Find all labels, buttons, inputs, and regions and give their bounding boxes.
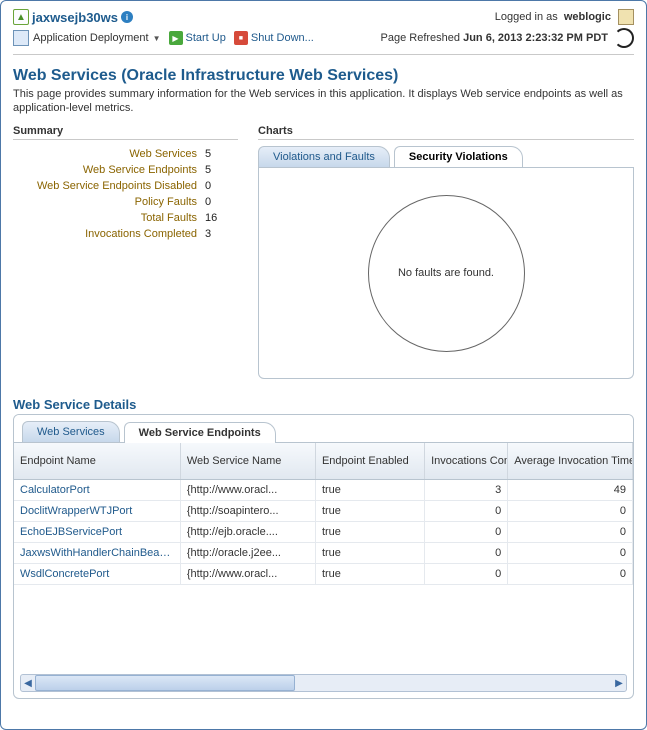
summary-label[interactable]: Web Service Endpoints — [13, 162, 201, 178]
table-row[interactable]: WsdlConcretePort {http://www.oracl... tr… — [14, 564, 633, 585]
summary-heading: Summary — [13, 125, 238, 140]
empty-chart-circle: No faults are found. — [368, 195, 525, 352]
col-web-service-name[interactable]: Web Service Name — [180, 443, 315, 480]
cell-inv: 0 — [425, 522, 508, 543]
col-endpoint-enabled[interactable]: Endpoint Enabled — [315, 443, 424, 480]
charts-heading: Charts — [258, 125, 634, 140]
chevron-down-icon: ▼ — [153, 34, 161, 43]
col-endpoint-name[interactable]: Endpoint Name — [14, 443, 180, 480]
summary-label[interactable]: Web Services — [13, 146, 201, 162]
deployment-icon — [13, 30, 29, 46]
page-title: Web Services (Oracle Infrastructure Web … — [13, 67, 634, 85]
server-icon — [618, 9, 634, 25]
table-row[interactable]: DoclitWrapperWTJPort {http://soapintero.… — [14, 501, 633, 522]
summary-value: 0 — [201, 178, 238, 194]
cell-wsname: {http://oracle.j2ee... — [180, 543, 315, 564]
cell-enabled: true — [315, 480, 424, 501]
endpoint-link[interactable]: DoclitWrapperWTJPort — [14, 501, 180, 522]
summary-value: 3 — [201, 226, 238, 242]
shut-down-button[interactable]: ■ Shut Down... — [234, 31, 314, 45]
cell-wsname: {http://ejb.oracle.... — [180, 522, 315, 543]
endpoint-link[interactable]: EchoEJBServicePort — [14, 522, 180, 543]
summary-label[interactable]: Web Service Endpoints Disabled — [13, 178, 201, 194]
scroll-thumb[interactable] — [35, 675, 295, 691]
page-refreshed-label: Page Refreshed — [381, 32, 461, 44]
up-arrow-icon: ▲ — [13, 9, 29, 25]
col-avg-time[interactable]: Average Invocation Time (ms) — [508, 443, 633, 480]
cell-enabled: true — [315, 522, 424, 543]
summary-table: Web Services5 Web Service Endpoints5 Web… — [13, 146, 238, 242]
endpoint-link[interactable]: CalculatorPort — [14, 480, 180, 501]
cell-inv: 0 — [425, 501, 508, 522]
application-deployment-menu[interactable]: Application Deployment ▼ — [13, 30, 161, 46]
cell-avg: 0 — [508, 522, 633, 543]
app-title: jaxwsejb30ws — [32, 10, 118, 25]
cell-inv: 3 — [425, 480, 508, 501]
endpoint-link[interactable]: WsdlConcretePort — [14, 564, 180, 585]
cell-inv: 0 — [425, 564, 508, 585]
cell-enabled: true — [315, 564, 424, 585]
cell-avg: 0 — [508, 543, 633, 564]
tab-security-violations[interactable]: Security Violations — [394, 146, 523, 167]
tab-violations-and-faults[interactable]: Violations and Faults — [258, 146, 390, 167]
refresh-icon[interactable] — [614, 28, 634, 48]
tab-web-service-endpoints[interactable]: Web Service Endpoints — [124, 422, 276, 443]
table-row[interactable]: CalculatorPort {http://www.oracl... true… — [14, 480, 633, 501]
page-description: This page provides summary information f… — [13, 87, 634, 115]
summary-value: 16 — [201, 210, 238, 226]
cell-wsname: {http://www.oracl... — [180, 564, 315, 585]
cell-avg: 0 — [508, 564, 633, 585]
horizontal-scrollbar[interactable]: ◀ ▶ — [20, 674, 627, 692]
scroll-right-icon[interactable]: ▶ — [612, 678, 626, 689]
cell-enabled: true — [315, 543, 424, 564]
logged-in-as: Logged in as weblogic — [495, 9, 634, 25]
endpoints-table: Endpoint Name Web Service Name Endpoint … — [14, 443, 633, 585]
cell-inv: 0 — [425, 543, 508, 564]
cell-avg: 49 — [508, 480, 633, 501]
col-invocations-completed[interactable]: Invocations Completed — [425, 443, 508, 480]
cell-wsname: {http://www.oracl... — [180, 480, 315, 501]
cell-enabled: true — [315, 501, 424, 522]
scroll-track[interactable] — [35, 675, 612, 691]
scroll-left-icon[interactable]: ◀ — [21, 678, 35, 689]
summary-label[interactable]: Policy Faults — [13, 194, 201, 210]
endpoint-link[interactable]: JaxwsWithHandlerChainBean... — [14, 543, 180, 564]
summary-value: 0 — [201, 194, 238, 210]
empty-chart-message: No faults are found. — [398, 267, 494, 279]
summary-value: 5 — [201, 162, 238, 178]
page-refreshed-time: Jun 6, 2013 2:23:32 PM PDT — [463, 32, 608, 44]
summary-label[interactable]: Total Faults — [13, 210, 201, 226]
table-row[interactable]: EchoEJBServicePort {http://ejb.oracle...… — [14, 522, 633, 543]
table-row[interactable]: JaxwsWithHandlerChainBean... {http://ora… — [14, 543, 633, 564]
play-icon: ▶ — [169, 31, 183, 45]
stop-icon: ■ — [234, 31, 248, 45]
cell-wsname: {http://soapintero... — [180, 501, 315, 522]
chart-pane: No faults are found. — [258, 168, 634, 379]
summary-label[interactable]: Invocations Completed — [13, 226, 201, 242]
info-icon[interactable]: i — [121, 11, 133, 23]
summary-value: 5 — [201, 146, 238, 162]
start-up-button[interactable]: ▶ Start Up — [169, 31, 226, 45]
cell-avg: 0 — [508, 501, 633, 522]
details-heading: Web Service Details — [13, 397, 634, 412]
tab-web-services[interactable]: Web Services — [22, 421, 120, 442]
